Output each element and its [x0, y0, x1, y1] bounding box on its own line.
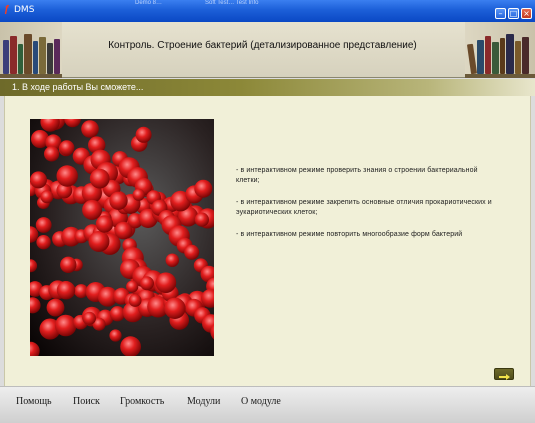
menu-item-about[interactable]: О модуле	[241, 396, 281, 407]
menu-item-volume[interactable]: Громкость	[120, 396, 164, 407]
bookshelf-left-image	[0, 22, 62, 78]
section-header: 1. В ходе работы Вы сможете...	[0, 79, 535, 96]
next-button[interactable]	[494, 368, 514, 380]
menu-item-search[interactable]: Поиск	[73, 396, 100, 407]
close-icon: ×	[523, 9, 530, 18]
bookshelf-right-image	[465, 22, 535, 78]
goals-list: - в интерактивном режиме проверить знани…	[236, 166, 496, 252]
list-item: - в интерактивном режиме повторить много…	[236, 231, 463, 238]
arrow-right-icon	[499, 374, 510, 380]
list-item: - в интерактивном режиме закрепить основ…	[236, 199, 492, 216]
taskbar-ghost-text: Demo 8…	[135, 0, 163, 6]
window-titlebar[interactable]: ƒ DMS Demo 8… Soft Test… Test Info – □ ×	[0, 0, 535, 22]
taskbar-ghost-text: Soft Test… Test Info	[205, 0, 259, 6]
bottom-menu: Помощь Поиск Громкость Модули О модуле	[0, 386, 535, 423]
window-title: DMS	[14, 5, 35, 15]
bacteria-photo	[21, 109, 231, 360]
header: Контроль. Строение бактерий (детализиров…	[0, 22, 535, 78]
maximize-icon: □	[509, 9, 518, 18]
app-logo-icon: ƒ	[4, 4, 10, 15]
menu-item-help[interactable]: Помощь	[16, 396, 52, 407]
list-item: - в интерактивном режиме проверить знани…	[236, 167, 478, 184]
minimize-icon: –	[498, 9, 503, 18]
menu-item-modules[interactable]: Модули	[187, 396, 220, 407]
maximize-button[interactable]: □	[508, 8, 519, 19]
minimize-button[interactable]: –	[495, 8, 506, 19]
close-button[interactable]: ×	[521, 8, 532, 19]
section-title: 1. В ходе работы Вы сможете...	[12, 82, 144, 92]
content-panel: - в интерактивном режиме проверить знани…	[4, 96, 531, 386]
page-title: Контроль. Строение бактерий (детализиров…	[108, 40, 417, 51]
